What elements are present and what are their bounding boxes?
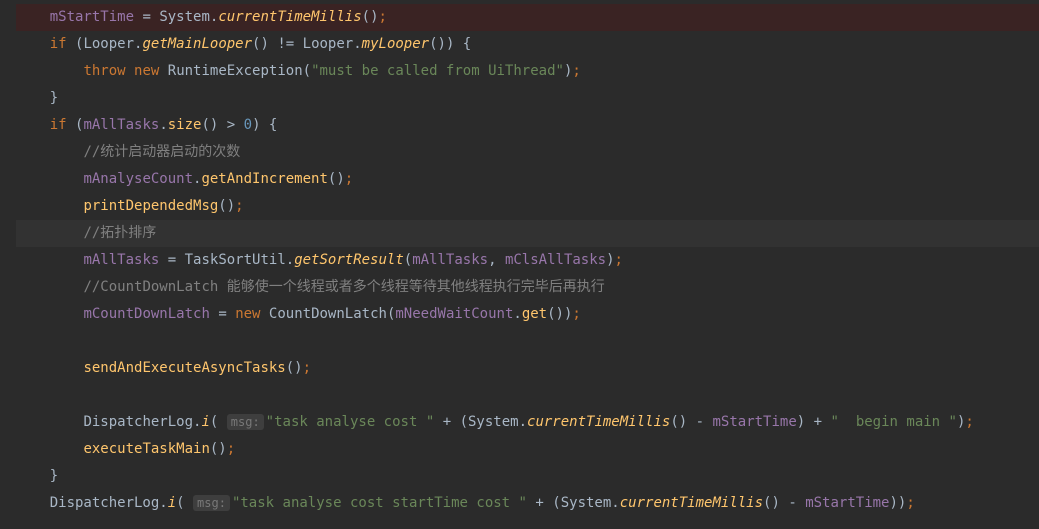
operator: =: [142, 9, 150, 25]
field-ref: mCountDownLatch: [83, 306, 209, 322]
class-ref: TaskSortUtil: [185, 252, 286, 268]
field-ref: mStartTime: [50, 9, 134, 25]
number-literal: 0: [244, 117, 252, 133]
method-call: i: [168, 495, 176, 511]
string-literal: "task analyse cost ": [266, 414, 435, 430]
method-call: myLooper: [362, 36, 429, 52]
class-ref: System: [561, 495, 612, 511]
method-call: i: [201, 414, 209, 430]
code-line[interactable]: if (Looper.getMainLooper() != Looper.myL…: [16, 31, 1039, 58]
code-line[interactable]: printDependedMsg();: [16, 193, 1039, 220]
code-line[interactable]: }: [16, 85, 1039, 112]
class-ref: System: [159, 9, 210, 25]
method-call: getMainLooper: [142, 36, 252, 52]
code-line[interactable]: mStartTime = System.currentTimeMillis();: [16, 4, 1039, 31]
comment: //CountDownLatch 能够使一个线程或者多个线程等待其他线程执行完毕…: [83, 279, 604, 295]
keyword-if: if: [50, 117, 67, 133]
parameter-hint: msg:: [193, 495, 230, 511]
method-call: sendAndExecuteAsyncTasks: [83, 360, 285, 376]
field-ref: mNeedWaitCount: [395, 306, 513, 322]
keyword-new: new: [134, 63, 159, 79]
field-ref: mAllTasks: [412, 252, 488, 268]
class-ref: System: [468, 414, 519, 430]
field-ref: mAllTasks: [83, 117, 159, 133]
keyword-if: if: [50, 36, 67, 52]
keyword-new: new: [235, 306, 260, 322]
string-literal: "must be called from UiThread": [311, 63, 564, 79]
code-line[interactable]: mAnalyseCount.getAndIncrement();: [16, 166, 1039, 193]
string-literal: " begin main ": [831, 414, 957, 430]
string-literal: "task analyse cost startTime cost ": [232, 495, 527, 511]
code-line[interactable]: if (mAllTasks.size() > 0) {: [16, 112, 1039, 139]
class-ref: DispatcherLog: [50, 495, 160, 511]
method-call: getSortResult: [294, 252, 404, 268]
code-line[interactable]: [16, 382, 1039, 409]
field-ref: mAnalyseCount: [83, 171, 193, 187]
comment: //拓扑排序: [83, 225, 156, 241]
code-line[interactable]: }: [16, 463, 1039, 490]
code-line[interactable]: throw new RuntimeException("must be call…: [16, 58, 1039, 85]
code-line[interactable]: //拓扑排序: [16, 220, 1039, 247]
method-call: currentTimeMillis: [527, 414, 670, 430]
keyword-throw: throw: [83, 63, 125, 79]
field-ref: mAllTasks: [83, 252, 159, 268]
class-ref: RuntimeException: [168, 63, 303, 79]
method-call: getAndIncrement: [201, 171, 327, 187]
class-ref: DispatcherLog: [83, 414, 193, 430]
code-line[interactable]: DispatcherLog.i( msg:"task analyse cost …: [16, 409, 1039, 436]
method-call: printDependedMsg: [83, 198, 218, 214]
code-line[interactable]: sendAndExecuteAsyncTasks();: [16, 355, 1039, 382]
code-line[interactable]: mCountDownLatch = new CountDownLatch(mNe…: [16, 301, 1039, 328]
code-line[interactable]: executeTaskMain();: [16, 436, 1039, 463]
comment: //统计启动器启动的次数: [83, 144, 240, 160]
code-line[interactable]: mAllTasks = TaskSortUtil.getSortResult(m…: [16, 247, 1039, 274]
code-line[interactable]: DispatcherLog.i( msg:"task analyse cost …: [16, 490, 1039, 517]
code-line[interactable]: //统计启动器启动的次数: [16, 139, 1039, 166]
method-call: get: [522, 306, 547, 322]
method-call: currentTimeMillis: [218, 9, 361, 25]
code-line[interactable]: [16, 328, 1039, 355]
method-call: size: [168, 117, 202, 133]
method-call: executeTaskMain: [83, 441, 209, 457]
class-ref: CountDownLatch: [269, 306, 387, 322]
field-ref: mClsAllTasks: [505, 252, 606, 268]
class-ref: Looper: [303, 36, 354, 52]
code-line[interactable]: //CountDownLatch 能够使一个线程或者多个线程等待其他线程执行完毕…: [16, 274, 1039, 301]
parameter-hint: msg:: [227, 414, 264, 430]
field-ref: mStartTime: [805, 495, 889, 511]
method-call: currentTimeMillis: [620, 495, 763, 511]
class-ref: Looper: [83, 36, 134, 52]
field-ref: mStartTime: [712, 414, 796, 430]
